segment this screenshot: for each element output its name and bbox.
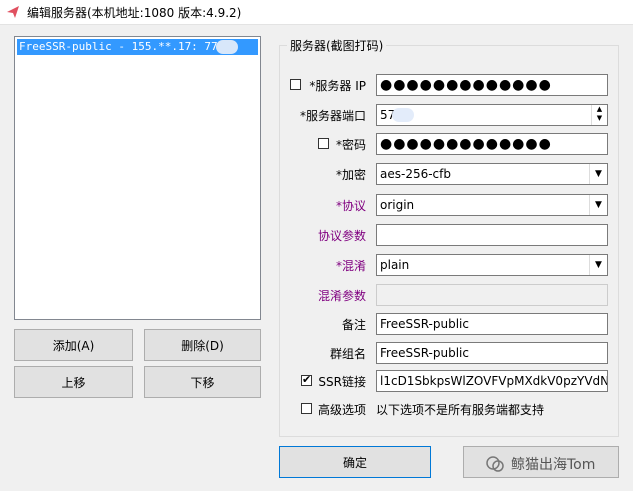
password-field[interactable]: ●●●●●●●●●●●●● — [376, 133, 608, 155]
server-ip-checkbox[interactable] — [290, 79, 301, 90]
password-label: *密码 — [335, 138, 366, 152]
wechat-icon — [486, 456, 504, 472]
redaction-blur — [392, 108, 414, 122]
group-name-label: 群组名 — [329, 347, 366, 361]
obfs-value: plain — [380, 258, 410, 272]
paper-plane-icon — [7, 6, 19, 18]
encryption-select[interactable]: aes-256-cfb ▼ — [376, 163, 608, 185]
groupbox-title: 服务器(截图打码) — [287, 37, 387, 54]
window-title: 编辑服务器(本机地址:1080 版本:4.9.2) — [27, 6, 242, 20]
watermark-text: 鲸猫出海Tom — [511, 457, 596, 473]
move-up-button[interactable]: 上移 — [14, 366, 133, 398]
server-ip-label: *服务器 IP — [309, 79, 366, 93]
move-down-button[interactable]: 下移 — [144, 366, 261, 398]
server-ip-field[interactable]: ●●●●●●●●●●●●● — [376, 74, 608, 96]
ssr-link-field[interactable]: l1cD1SbkpsWlZOVFVpMXdkV0pzYVdN — [376, 370, 608, 392]
spin-up-icon[interactable]: ▲ — [592, 105, 607, 114]
protocol-select[interactable]: origin ▼ — [376, 194, 608, 216]
port-spinner[interactable]: ▲ ▼ — [591, 105, 607, 125]
encryption-label: *加密 — [335, 168, 366, 182]
ok-button[interactable]: 确定 — [279, 446, 431, 478]
remarks-label: 备注 — [341, 318, 366, 332]
encryption-value: aes-256-cfb — [380, 167, 451, 181]
protocol-value: origin — [380, 198, 415, 212]
server-port-label: *服务器端口 — [299, 109, 366, 123]
add-button[interactable]: 添加(A) — [14, 329, 133, 361]
obfs-label: *混淆 — [335, 259, 366, 273]
obfs-select[interactable]: plain ▼ — [376, 254, 608, 276]
protocol-label: *协议 — [335, 199, 366, 213]
advanced-checkbox[interactable] — [301, 403, 312, 414]
ssr-link-checkbox[interactable] — [301, 373, 312, 386]
spin-down-icon[interactable]: ▼ — [592, 114, 607, 123]
advanced-label: 高级选项 — [317, 403, 366, 417]
ssr-link-label: SSR链接 — [318, 375, 366, 389]
password-checkbox[interactable] — [318, 138, 329, 149]
chevron-down-icon[interactable]: ▼ — [589, 255, 607, 275]
chevron-down-icon[interactable]: ▼ — [589, 195, 607, 215]
redaction-blur — [216, 40, 238, 54]
chevron-down-icon[interactable]: ▼ — [589, 164, 607, 184]
remarks-field[interactable]: FreeSSR-public — [376, 313, 608, 335]
protocol-param-label: 协议参数 — [317, 229, 366, 243]
group-name-field[interactable]: FreeSSR-public — [376, 342, 608, 364]
advanced-note: 以下选项不是所有服务端都支持 — [376, 403, 545, 417]
protocol-param-field[interactable] — [376, 224, 608, 246]
watermark: 鲸猫出海Tom — [485, 452, 595, 476]
title-bar: 编辑服务器(本机地址:1080 版本:4.9.2) — [0, 0, 633, 25]
obfs-param-label: 混淆参数 — [317, 289, 366, 303]
delete-button[interactable]: 删除(D) — [144, 329, 261, 361]
obfs-param-field — [376, 284, 608, 306]
server-list[interactable]: FreeSSR-public - 155.**.17: 77 — [14, 36, 261, 320]
